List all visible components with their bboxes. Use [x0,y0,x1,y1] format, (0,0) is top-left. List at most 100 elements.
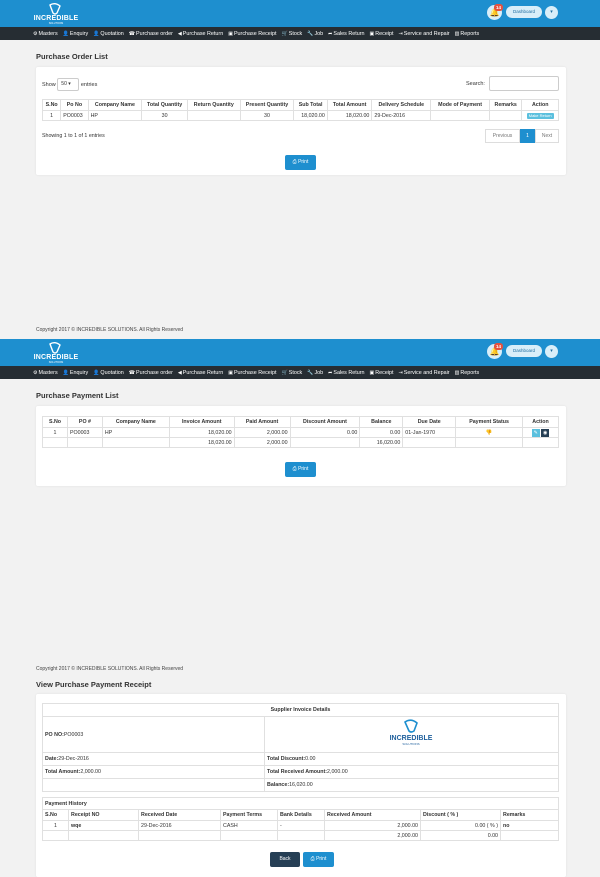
table-row: 1 PO0003 HP 30 30 18,020.00 18,020.00 29… [41,110,559,121]
payment-list-panel: S.No PO # Company Name Invoice Amount Pa… [36,406,566,486]
nav-item-masters[interactable]: ⚙ Masters [33,31,58,37]
search-label: Search: [466,81,485,87]
caret-down-icon[interactable]: ▾ [545,6,558,19]
receipt-logo: INCREDIBLE SOLUTIONS [264,716,559,753]
receipt-panel: Supplier Invoice Details PO NO:PO0003 IN… [36,694,566,877]
money-icon: ▣ [369,30,375,37]
page-title-po-list: Purchase Order List [36,52,108,61]
payment-table: S.No PO # Company Name Invoice Amount Pa… [42,416,560,448]
nav-item-purchase-order[interactable]: ☎ Purchase order [129,370,173,376]
caret-down-icon[interactable]: ▾ [545,345,558,358]
user-icon: 👤 [93,369,100,376]
nav-item-sales-return[interactable]: ➦ Sales Return [328,370,364,376]
table-header: S.No Receipt NO Received Date Payment Te… [42,809,559,821]
payment-history-table: Payment History S.No Receipt NO Received… [42,797,559,841]
bar-chart-icon: ▥ [454,369,460,376]
share-icon: ➦ [328,30,333,37]
nav-item-sales-return[interactable]: ➦ Sales Return [328,31,364,37]
entries-control: Show 50 ▾ entries [42,78,97,91]
nav-item-service-repair[interactable]: ⇥ Service and Repair [399,370,450,376]
sign-in-icon: ⇥ [398,369,403,376]
nav-item-job[interactable]: 🔧 Job [307,31,323,37]
money-icon: ▣ [369,369,375,376]
nav-item-reports[interactable]: ▥ Reports [455,370,480,376]
nav-item-reports[interactable]: ▥ Reports [455,31,480,37]
page-title-payment-list: Purchase Payment List [36,391,119,400]
nav-item-purchase-receipt[interactable]: ▣ Purchase Receipt [228,31,276,37]
brand-logo[interactable]: INCREDIBLE SOLUTIONS [33,3,79,25]
copyright: Copyright 2017 © INCREDIBLE SOLUTIONS. A… [36,327,184,333]
brand-tagline: SOLUTIONS [48,22,64,25]
brand-tagline: SOLUTIONS [48,361,64,364]
nav-item-job[interactable]: 🔧 Job [307,370,323,376]
back-button[interactable]: Back [270,852,300,867]
nav-item-masters[interactable]: ⚙ Masters [33,370,58,376]
nav-item-quotation[interactable]: 👤 Quotation [93,31,124,37]
search-input[interactable] [489,76,559,91]
brand-name: INCREDIBLE [33,354,79,361]
gears-icon: ⚙ [33,369,38,376]
print-icon: ⎙ [292,159,297,165]
table-info: Showing 1 to 1 of 1 entries [42,133,105,139]
make-return-button[interactable]: Make Return [526,112,554,119]
dashboard-button[interactable]: Dashboard [506,6,542,18]
bar-chart-icon: ▥ [454,30,460,37]
print-icon: ⎙ [292,466,297,472]
nav-item-receipt[interactable]: ▣ Receipt [370,370,394,376]
notification-badge: 14 [494,343,503,350]
pagination-previous[interactable]: Previous [485,129,520,143]
print-button[interactable]: ⎙ Print [303,852,334,867]
print-button[interactable]: ⎙ Print [285,155,316,170]
main-nav: ⚙ Masters 👤 Enquiry 👤 Quotation ☎ Purchase o… [0,27,600,40]
edit-icon[interactable]: ✎ [531,428,540,437]
nav-item-stock[interactable]: 🛒 Stock [282,31,303,37]
nav-item-purchase-return[interactable]: ◀ Purchase Return [178,370,223,376]
brand-logo[interactable]: INCREDIBLE SOLUTIONS [33,342,79,364]
arrow-left-icon: ◀ [177,30,182,37]
money-icon: ▣ [228,369,233,376]
nav-item-receipt[interactable]: ▣ Receipt [370,31,394,37]
table-header: S.No PO # Company Name Invoice Amount Pa… [42,416,560,428]
nav-item-service-repair[interactable]: ⇥ Service and Repair [399,31,450,37]
table-row: 1 PO0003 HP 18,020.00 2,000.00 0.00 0.00… [42,427,560,438]
print-button[interactable]: ⎙ Print [285,462,316,477]
nav-item-enquiry[interactable]: 👤 Enquiry [63,370,89,376]
table-row: 1 wqe 29-Dec-2016 CASH - 2,000.00 0.00 (… [42,820,559,831]
nav-item-purchase-order[interactable]: ☎ Purchase order [129,31,173,37]
main-nav: ⚙ Masters 👤 Enquiry 👤 Quotation ☎ Purchase o… [0,366,600,379]
pagination-next[interactable]: Next [535,129,559,143]
nav-item-purchase-return[interactable]: ◀ Purchase Return [178,31,223,37]
table-total-row: 2,000.00 0.00 [42,830,559,841]
share-icon: ➦ [328,369,333,376]
thumbs-down-icon: 👎 [485,429,493,436]
table-header: S.No Po No Company Name Total Quantity R… [41,99,559,111]
money-icon: ▣ [228,30,233,37]
cart-icon: 🛒 [281,30,288,37]
logo-mark-icon [403,719,418,733]
phone-icon: ☎ [128,30,136,37]
wrench-icon: 🔧 [307,30,314,37]
brand-name: INCREDIBLE [33,15,79,22]
notification-badge: 14 [494,4,503,11]
logo-mark-icon [49,3,61,15]
view-icon[interactable]: ◉ [541,428,550,437]
entries-select[interactable]: 50 ▾ [57,78,80,91]
po-table: S.No Po No Company Name Total Quantity R… [41,99,559,121]
copyright: Copyright 2017 © INCREDIBLE SOLUTIONS. A… [36,666,184,672]
user-icon: 👤 [62,369,69,376]
pagination-page-1[interactable]: 1 [520,129,535,143]
dashboard-button[interactable]: Dashboard [506,345,542,357]
nav-item-stock[interactable]: 🛒 Stock [282,370,303,376]
nav-item-quotation[interactable]: 👤 Quotation [93,370,124,376]
cart-icon: 🛒 [281,369,288,376]
nav-item-purchase-receipt[interactable]: ▣ Purchase Receipt [228,370,276,376]
page-title-receipt: View Purchase Payment Receipt [36,680,152,689]
table-total-row: 18,020.00 2,000.00 16,020.00 [42,437,560,448]
top-bar: INCREDIBLE SOLUTIONS 🔔 14 Dashboard ▾ [0,0,600,27]
print-icon: ⎙ [310,856,315,862]
user-icon: 👤 [93,30,100,37]
logo-mark-icon [49,342,61,354]
gears-icon: ⚙ [33,30,38,37]
nav-item-enquiry[interactable]: 👤 Enquiry [63,31,89,37]
sign-in-icon: ⇥ [398,30,403,37]
